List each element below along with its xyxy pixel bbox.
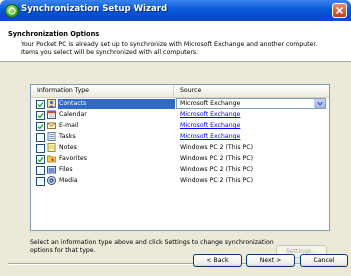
next-button[interactable]: Next > [246, 254, 295, 267]
item-label: Files [59, 166, 73, 173]
item-label: Contacts [59, 100, 87, 107]
contacts-icon [47, 99, 56, 108]
item-checkbox[interactable] [36, 122, 45, 131]
item-checkbox[interactable] [36, 177, 45, 186]
source-link[interactable]: Microsoft Exchange [180, 111, 240, 118]
sync-app-icon [5, 4, 19, 18]
list-item[interactable]: Calendar Microsoft Exchange [31, 110, 329, 121]
source-dropdown[interactable]: Microsoft Exchange [176, 98, 326, 109]
close-icon [336, 7, 343, 14]
window-title: Synchronization Setup Wizard [21, 4, 168, 14]
header-panel: Synchronization Options Your Pocket PC i… [0, 21, 351, 62]
list-item[interactable]: Notes Windows PC 2 (This PC) [31, 143, 329, 154]
source-text: Windows PC 2 (This PC) [180, 166, 253, 173]
information-type-list[interactable]: Information Type Source Contacts Microsof… [30, 84, 330, 231]
item-checkbox[interactable] [36, 144, 45, 153]
list-item[interactable]: Contacts Microsoft Exchange [31, 98, 329, 110]
title-bar[interactable]: Synchronization Setup Wizard [0, 0, 351, 21]
media-icon [47, 176, 56, 185]
column-header-information-type[interactable]: Information Type [31, 85, 174, 97]
favorites-icon [47, 154, 56, 163]
hint-text: Select an information type above and cli… [30, 239, 274, 254]
item-label: E-mail [59, 122, 79, 129]
item-label: Favorites [59, 155, 87, 162]
item-label: Media [59, 177, 78, 184]
calendar-icon [47, 110, 56, 119]
dropdown-button[interactable] [314, 99, 325, 108]
source-dropdown-value: Microsoft Exchange [180, 100, 241, 107]
list-item[interactable]: Files Windows PC 2 (This PC) [31, 165, 329, 176]
tasks-icon [47, 132, 56, 141]
files-icon [47, 165, 56, 174]
item-label: Notes [59, 144, 77, 151]
cancel-button[interactable]: Cancel [300, 254, 348, 267]
section-title: Synchronization Options [8, 30, 100, 38]
item-label: Calendar [59, 111, 87, 118]
notes-icon [47, 143, 56, 152]
section-description: Your Pocket PC is already set up to sync… [21, 41, 318, 56]
item-checkbox[interactable] [36, 111, 45, 120]
column-header-source[interactable]: Source [174, 85, 329, 97]
item-checkbox[interactable] [36, 166, 45, 175]
source-link[interactable]: Microsoft Exchange [180, 122, 240, 129]
email-icon [47, 121, 56, 130]
wizard-body: Synchronization Options Your Pocket PC i… [0, 21, 351, 276]
back-button[interactable]: < Back [193, 254, 242, 267]
wizard-window: Synchronization Setup Wizard Synchroniza… [0, 0, 351, 276]
item-checkbox[interactable] [36, 133, 45, 142]
close-button[interactable] [332, 3, 347, 18]
source-link[interactable]: Microsoft Exchange [180, 133, 240, 140]
list-item[interactable]: Tasks Microsoft Exchange [31, 132, 329, 143]
list-item[interactable]: E-mail Microsoft Exchange [31, 121, 329, 132]
source-text: Windows PC 2 (This PC) [180, 177, 253, 184]
item-label: Tasks [59, 133, 76, 140]
source-text: Windows PC 2 (This PC) [180, 155, 253, 162]
list-header: Information Type Source [31, 85, 329, 98]
list-item[interactable]: Favorites Windows PC 2 (This PC) [31, 154, 329, 165]
item-checkbox[interactable] [36, 155, 45, 164]
source-text: Windows PC 2 (This PC) [180, 144, 253, 151]
item-checkbox[interactable] [36, 100, 45, 109]
list-item[interactable]: Media Windows PC 2 (This PC) [31, 176, 329, 187]
